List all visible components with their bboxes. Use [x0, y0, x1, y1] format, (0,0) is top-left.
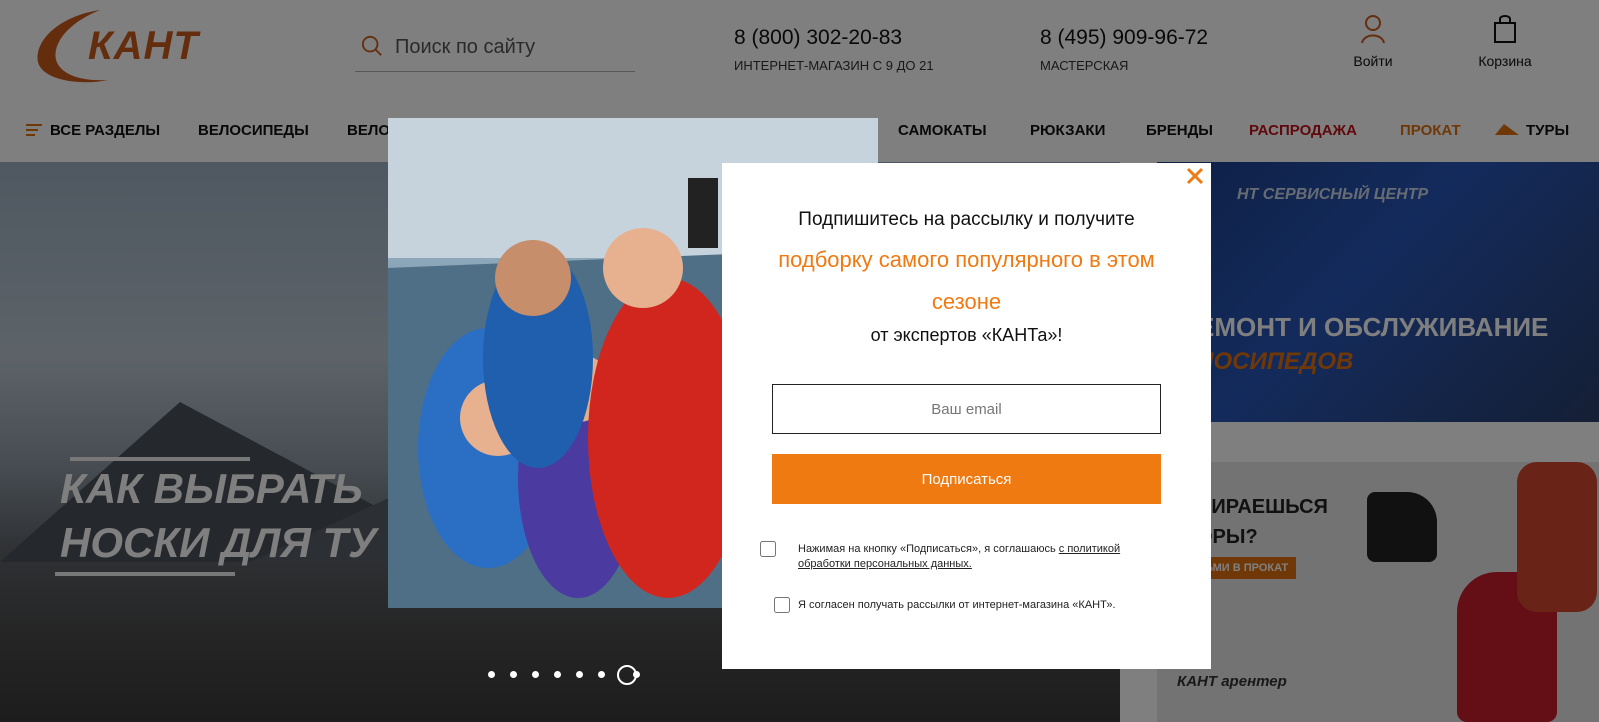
close-icon [1186, 167, 1204, 184]
email-field[interactable] [772, 384, 1161, 434]
slider-dot[interactable] [532, 671, 539, 678]
slider-dot[interactable] [598, 671, 605, 678]
modal-heading: Подпишитесь на рассылку и получите [798, 209, 1135, 230]
consent-checkbox[interactable] [760, 541, 776, 557]
close-button[interactable] [1179, 163, 1211, 191]
slider-dot[interactable] [633, 671, 640, 678]
consent-text: Нажимая на кнопку «Подписаться», я согла… [798, 542, 1168, 572]
modal-highlight: подборку самого популярного в этом сезон… [778, 247, 1155, 314]
newsletter-checkbox[interactable] [774, 597, 790, 613]
slider-dot[interactable] [554, 671, 561, 678]
page: КАНТ 8 (800) 302-20-83 ИНТЕРНЕТ-МАГАЗИН … [0, 0, 1599, 722]
newsletter-text: Я согласен получать рассылки от интернет… [798, 599, 1116, 611]
consent-text-label: Нажимая на кнопку «Подписаться», я согла… [798, 543, 1059, 555]
subscribe-button[interactable]: Подписаться [772, 454, 1161, 504]
slider-dot[interactable] [488, 671, 495, 678]
slider-dot[interactable] [510, 671, 517, 678]
slider-dot[interactable] [576, 671, 583, 678]
modal-subheading: от экспертов «КАНТа»! [870, 325, 1063, 345]
subscribe-modal: Подпишитесь на рассылку и получите подбо… [722, 163, 1211, 669]
